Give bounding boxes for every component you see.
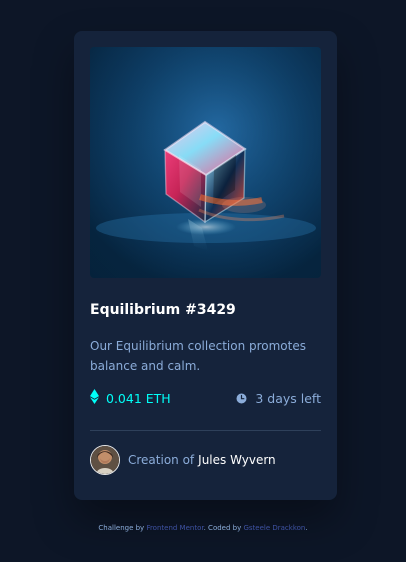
creator-prefix: Creation of: [128, 453, 195, 467]
nft-description: Our Equilibrium collection promotes bala…: [90, 339, 306, 373]
stats-row: 0.041 ETH 3 days left: [90, 387, 321, 409]
nft-title[interactable]: Equilibrium #3429: [90, 298, 321, 322]
price-value: 0.041 ETH: [106, 390, 171, 406]
frontend-mentor-link[interactable]: Frontend Mentor: [146, 524, 203, 532]
attribution-middle: . Coded by: [203, 524, 242, 532]
attribution-suffix: .: [305, 524, 308, 532]
creator-info: Creation of Jules Wyvern: [90, 445, 276, 475]
attribution-prefix: Challenge by: [98, 524, 145, 532]
card-divider: [90, 430, 321, 431]
time-info: 3 days left: [236, 387, 321, 409]
creator-avatar: [90, 445, 120, 475]
nft-card: Equilibrium #3429 Our Equilibrium collec…: [74, 31, 337, 500]
author-link[interactable]: Gsteele Drackkon: [243, 524, 305, 532]
creator-name-link[interactable]: Jules Wyvern: [198, 453, 276, 467]
nft-image[interactable]: [90, 47, 321, 278]
price-info: 0.041 ETH: [90, 387, 171, 409]
ethereum-icon: [90, 388, 99, 408]
attribution: Challenge by Frontend Mentor. Coded by G…: [0, 524, 406, 532]
time-left: 3 days left: [255, 390, 321, 406]
clock-icon: [236, 389, 247, 408]
equilibrium-cube-artwork: [90, 47, 321, 278]
